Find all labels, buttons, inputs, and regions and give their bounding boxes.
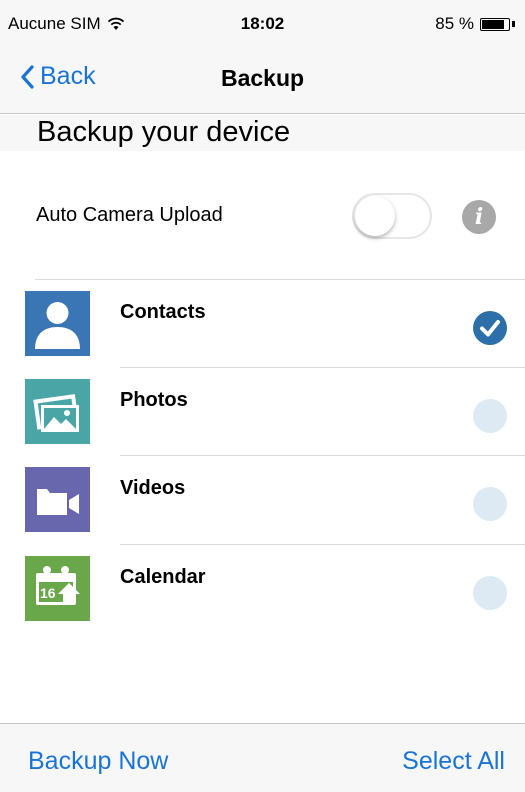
list-item-videos[interactable]: Videos — [0, 467, 525, 533]
divider — [35, 279, 525, 280]
status-bar: Aucune SIM 18:02 85 % — [0, 0, 525, 40]
select-all-button[interactable]: Select All — [402, 747, 505, 776]
auto-camera-upload-toggle[interactable] — [352, 193, 432, 239]
list-item-photos[interactable]: Photos — [0, 379, 525, 445]
unselected-check-icon[interactable] — [473, 576, 507, 610]
list-item-label: Calendar — [120, 566, 206, 588]
contacts-icon — [25, 291, 90, 356]
battery-fill — [482, 19, 504, 29]
videos-icon — [25, 467, 90, 532]
toggle-knob — [355, 196, 395, 236]
calendar-date-text: 16 — [40, 585, 56, 601]
photos-icon — [25, 379, 90, 444]
divider — [120, 544, 525, 545]
calendar-icon: 16 — [25, 556, 90, 621]
unselected-check-icon[interactable] — [473, 399, 507, 433]
list-item-label: Photos — [120, 389, 188, 411]
list-item-label: Contacts — [120, 301, 206, 323]
backup-now-button[interactable]: Backup Now — [28, 747, 168, 776]
auto-camera-upload-label: Auto Camera Upload — [36, 204, 223, 226]
list-item-label: Videos — [120, 477, 186, 499]
auto-camera-upload-row: Auto Camera Upload i — [0, 180, 525, 250]
bottom-toolbar: Backup Now Select All — [0, 723, 525, 792]
nav-bar: Back Backup — [0, 40, 525, 114]
divider — [120, 367, 525, 368]
status-battery: 85 % — [435, 14, 515, 34]
list-item-contacts[interactable]: Contacts — [0, 291, 525, 357]
divider — [120, 455, 525, 456]
section-header: Backup your device — [0, 115, 525, 151]
selected-check-icon[interactable] — [473, 311, 507, 345]
battery-tip — [512, 21, 515, 27]
battery-icon — [480, 17, 510, 31]
section-title: Backup your device — [37, 116, 291, 148]
unselected-check-icon[interactable] — [473, 487, 507, 521]
list-item-calendar[interactable]: 16 Calendar — [0, 556, 525, 622]
page-title: Backup — [220, 65, 305, 91]
battery-percent: 85 % — [435, 14, 474, 33]
info-icon[interactable]: i — [462, 200, 496, 234]
